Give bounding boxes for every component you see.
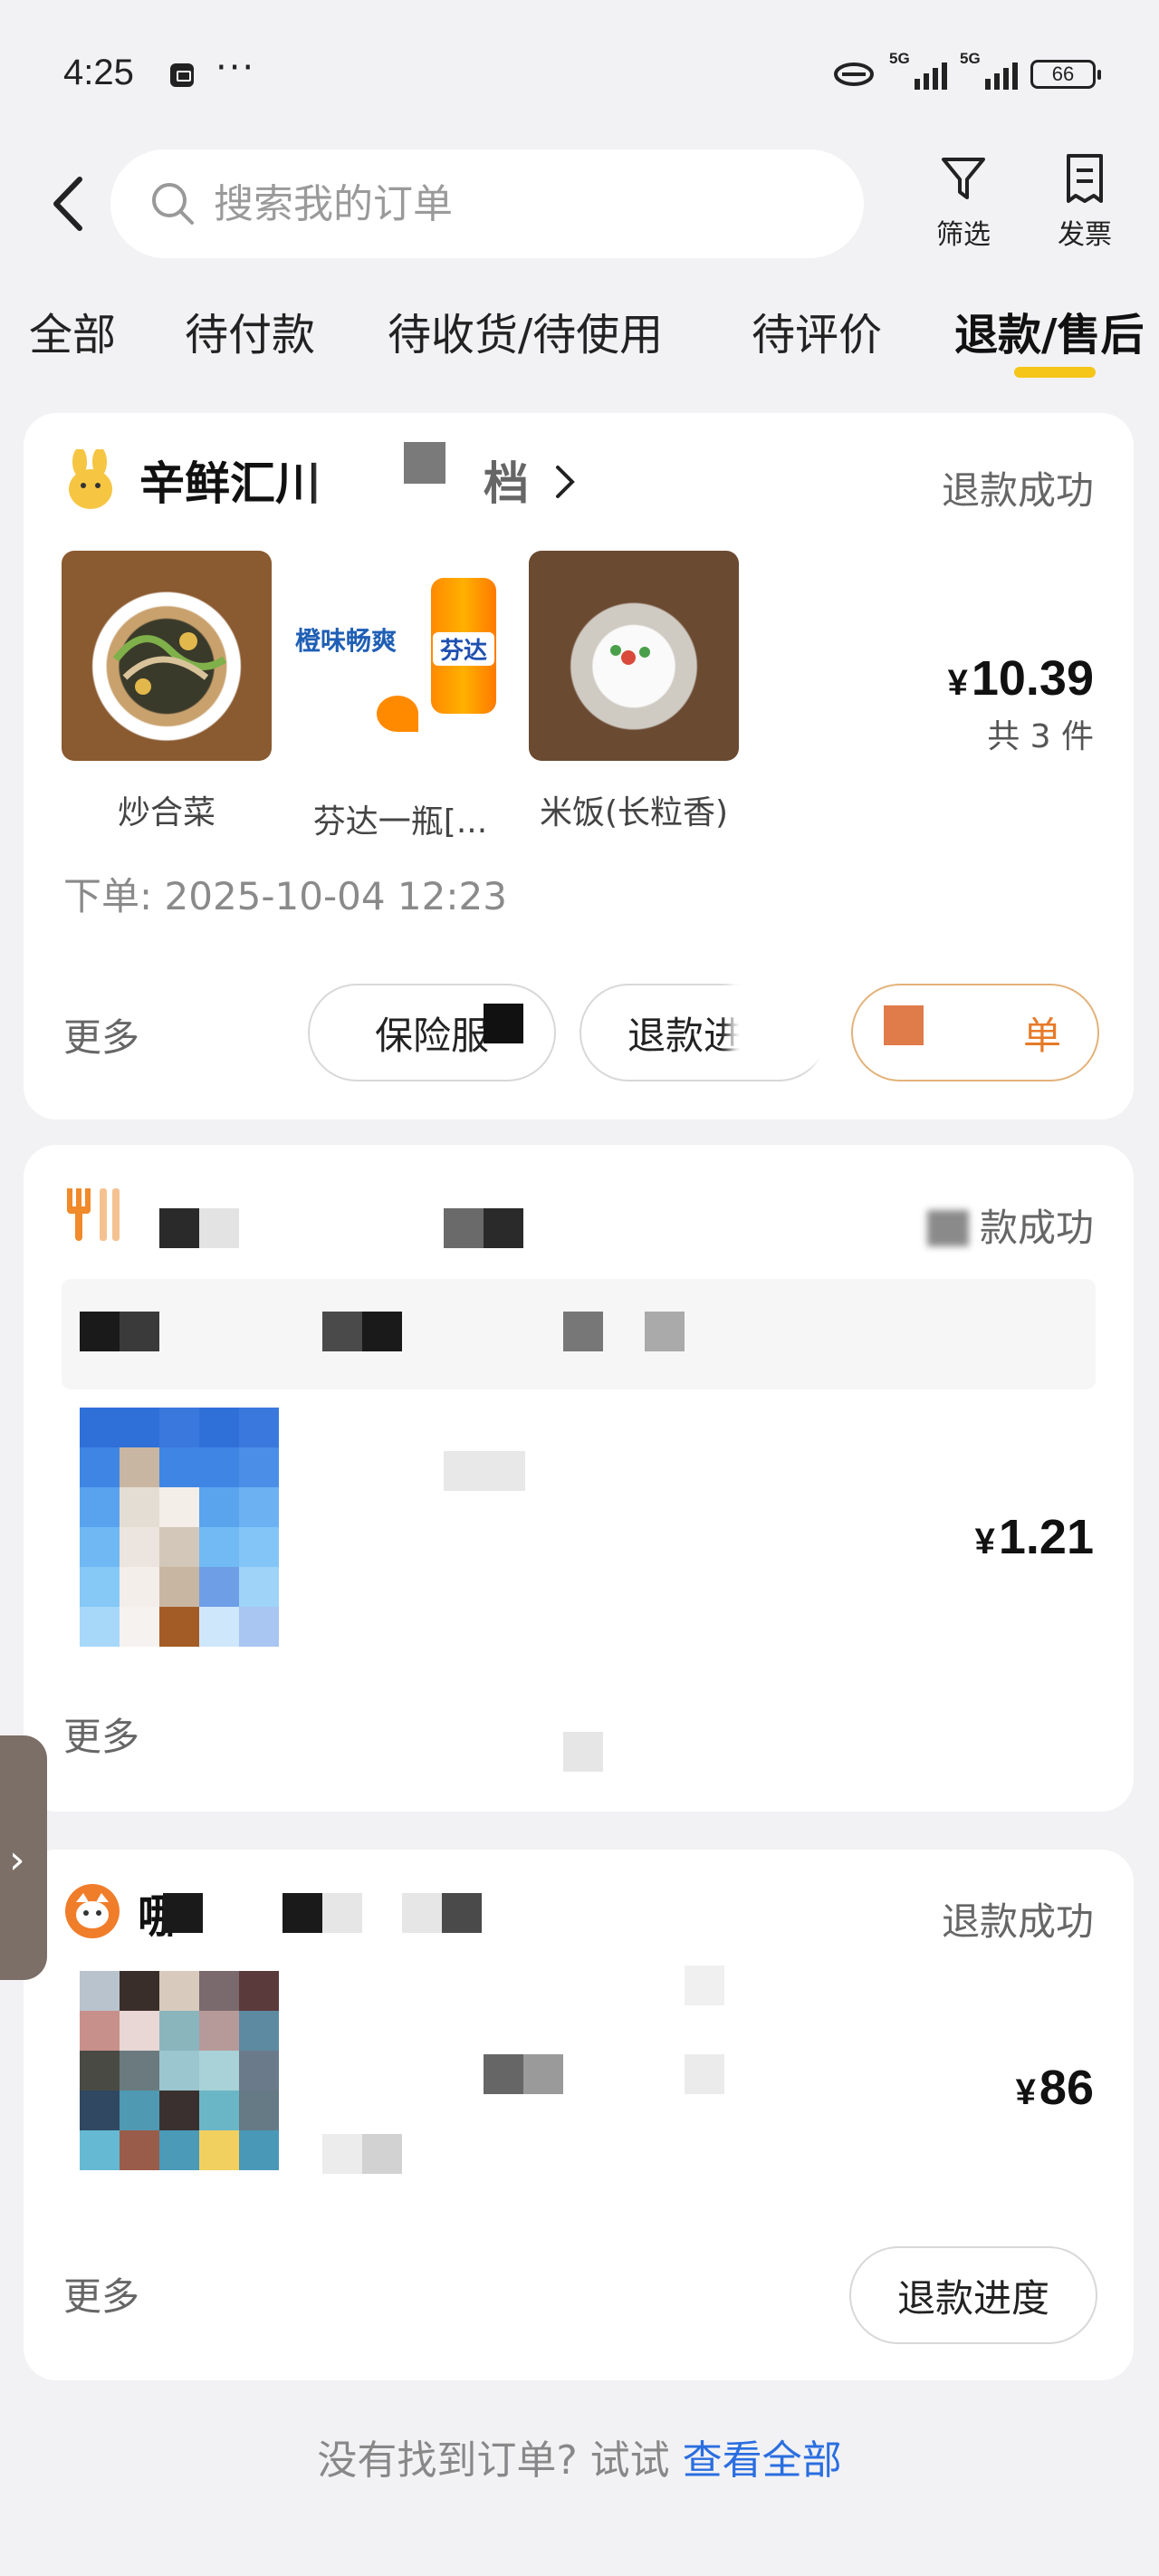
back-button[interactable]: [45, 172, 91, 235]
item-image-stir-fry[interactable]: [62, 551, 272, 761]
redaction-block: [283, 1893, 322, 1933]
redaction-block: [645, 1312, 685, 1351]
search-bar[interactable]: [110, 149, 864, 258]
invoice-button[interactable]: 发票: [1039, 152, 1130, 252]
redaction-block: [444, 1451, 525, 1491]
status-indicators: 5G 5G 66: [831, 50, 1101, 94]
battery-icon: 66: [1030, 60, 1101, 89]
filter-icon: [942, 158, 985, 199]
redaction-block: [322, 1893, 362, 1933]
chevron-right-icon: ›: [9, 1837, 25, 1883]
invoice-label: 发票: [1058, 219, 1112, 251]
signal-icon-1: 5G: [889, 50, 947, 90]
item-image-pixelated[interactable]: [80, 1971, 281, 2172]
more-link[interactable]: 更多: [63, 1706, 139, 1762]
order-tabs: 全部 待付款 待收货/待使用 待评价 退款/售后: [0, 299, 1159, 380]
status-time: 4:25: [63, 53, 134, 92]
item-name: 米饭(长粒香): [539, 794, 729, 831]
price-value: 10.39: [971, 651, 1094, 706]
filter-button[interactable]: 筛选: [918, 152, 1009, 252]
item-name: 炒合菜: [117, 794, 216, 831]
side-drawer-handle[interactable]: ›: [0, 1735, 47, 1980]
more-link[interactable]: 更多: [63, 2266, 139, 2321]
order-status: 退款成功: [941, 1899, 1094, 1944]
tab-pending-payment[interactable]: 待付款: [185, 299, 315, 362]
more-notifications-icon: ···: [216, 47, 256, 89]
shop-logo-icon: [69, 449, 112, 509]
redaction-block: [484, 1208, 523, 1248]
refund-progress-button[interactable]: 退款进度: [849, 2246, 1097, 2344]
redaction-block: [563, 1312, 603, 1351]
price-value: 86: [1039, 2061, 1094, 2115]
order-status: 款成功: [979, 1206, 1094, 1250]
order-card-3[interactable]: 哪 退款成功 ¥86 更多 退款进度: [24, 1850, 1134, 2380]
signal-icon-2: 5G: [960, 50, 1018, 90]
redaction-block: [80, 1312, 120, 1351]
search-icon: [152, 183, 194, 225]
redaction-block: [120, 1312, 159, 1351]
chevron-right-icon: [556, 466, 575, 498]
search-input[interactable]: [214, 180, 848, 227]
redaction-block: [199, 1208, 239, 1248]
tab-refund-aftersale[interactable]: 退款/售后: [954, 299, 1145, 362]
chevron-left-icon: [53, 177, 82, 231]
tab-pending-review[interactable]: 待评价: [752, 299, 882, 362]
redaction-block: [927, 1210, 969, 1246]
order-card-1[interactable]: 辛鲜汇川 档 退款成功 炒合菜 橙味畅爽 芬达 芬达一瓶[... 米饭(长粒香)…: [24, 413, 1134, 1120]
redaction-block: [362, 2134, 402, 2174]
order-total: ¥1.21: [974, 1510, 1094, 1564]
redaction-block: [362, 1312, 402, 1351]
order-total: ¥10.39 共 3 件: [947, 651, 1094, 755]
more-link[interactable]: 更多: [63, 1007, 139, 1062]
redaction-block: [523, 2054, 563, 2094]
redaction-block: [685, 1966, 724, 2005]
item-image-fanta[interactable]: 橙味畅爽 芬达: [295, 551, 505, 761]
redaction-block: [484, 2054, 523, 2094]
redaction-block: [563, 1732, 603, 1772]
shop-logo-icon: [65, 1884, 120, 1938]
order-total: ¥86: [1015, 2061, 1094, 2115]
redaction-block: [322, 2134, 362, 2174]
filter-label: 筛选: [936, 219, 991, 251]
redaction-block: [159, 1208, 199, 1248]
footer-text: 没有找到订单? 试试: [317, 2437, 683, 2484]
tab-pending-receipt[interactable]: 待收货/待使用: [388, 299, 663, 362]
status-bar: 4:25 ··· 5G 5G 66: [0, 0, 1159, 145]
order-card-2[interactable]: 款成功 ¥1.21 更多: [24, 1145, 1134, 1812]
active-tab-indicator: [1014, 367, 1096, 378]
invoice-icon: [1067, 154, 1103, 203]
redaction-block: [404, 442, 445, 484]
item-count: 共 3 件: [987, 718, 1094, 755]
link-icon: [834, 62, 874, 86]
item-image-rice[interactable]: [529, 551, 739, 761]
redaction-block: [163, 1893, 203, 1933]
app-notification-icon: [170, 63, 194, 87]
shop-name-tail: 档: [484, 457, 529, 510]
order-status: 退款成功: [941, 468, 1094, 513]
redaction: [321, 440, 484, 513]
view-all-link[interactable]: 查看全部: [683, 2437, 842, 2484]
redaction-block: [402, 1893, 442, 1933]
redaction-block: [484, 1004, 523, 1043]
footer-hint: 没有找到订单? 试试 查看全部: [0, 2427, 1159, 2485]
redaction-block: [444, 1208, 484, 1248]
item-name: 芬达一瓶[...: [312, 803, 488, 841]
redaction-block: [442, 1893, 482, 1933]
price-value: 1.21: [998, 1510, 1094, 1564]
shop-name[interactable]: 辛鲜汇川: [139, 447, 321, 513]
item-image-pixelated[interactable]: [80, 1408, 281, 1648]
redaction-block: [884, 1005, 924, 1045]
tab-all[interactable]: 全部: [29, 299, 116, 362]
restaurant-icon: [67, 1188, 120, 1241]
order-time: 下单: 2025-10-04 12:23: [63, 874, 507, 918]
redaction-block: [685, 2054, 724, 2094]
redaction-block: [322, 1312, 362, 1351]
